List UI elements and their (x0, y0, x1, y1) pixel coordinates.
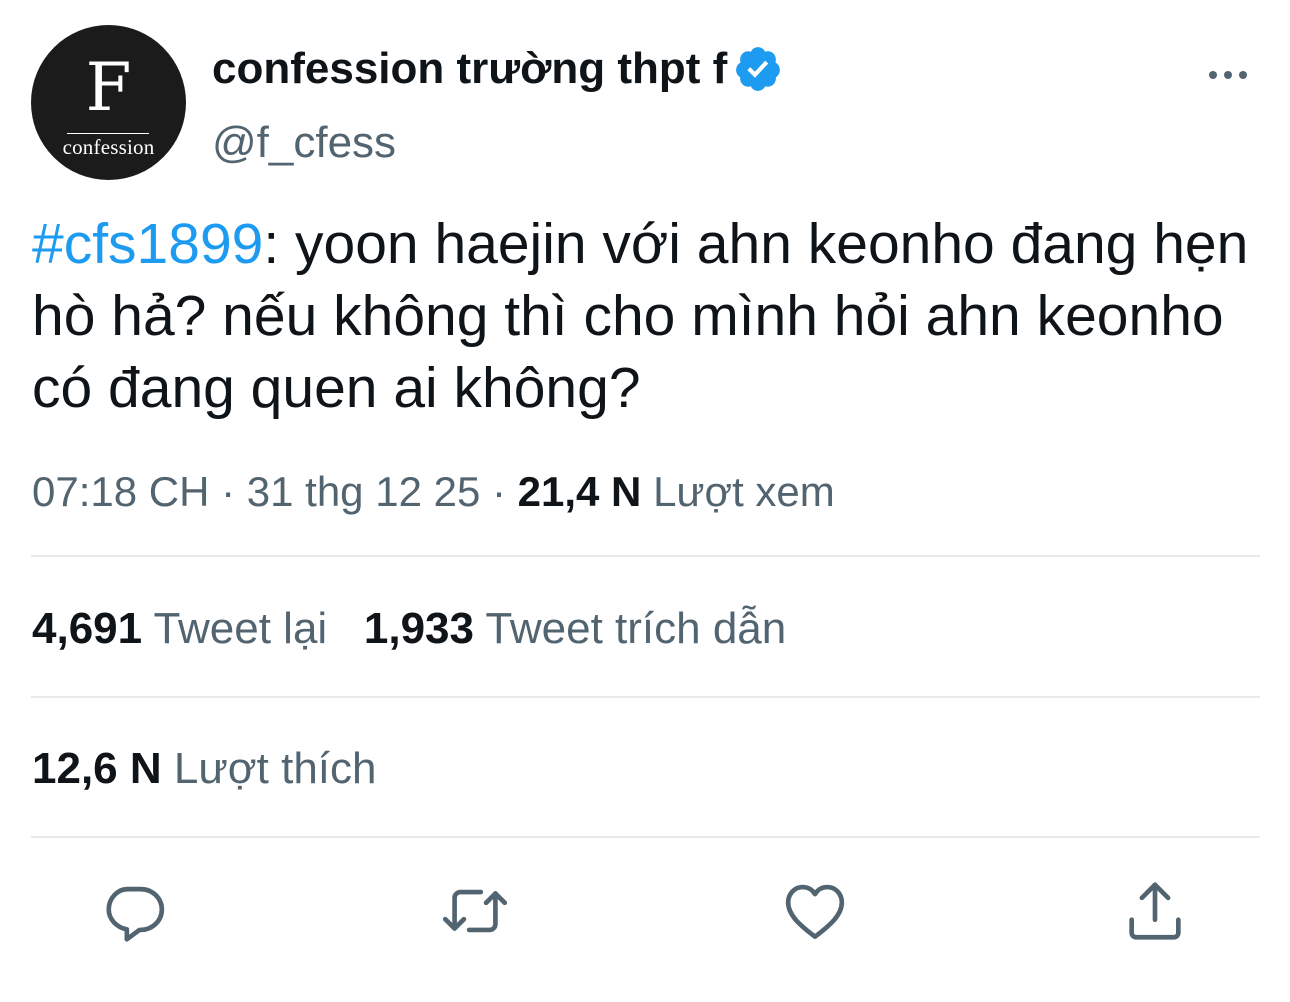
retweet-button[interactable] (440, 876, 510, 946)
retweet-icon (442, 889, 508, 933)
like-button[interactable] (780, 876, 850, 946)
reply-button[interactable] (100, 876, 170, 946)
tweet-text: #cfs1899: yoon haejin với ahn keonho đan… (32, 208, 1272, 424)
engagement-stats: 4,691 Tweet lại 1,933 Tweet trích dẫn (32, 604, 786, 654)
handle[interactable]: @f_cfess (212, 118, 396, 168)
name-row: confession trường thpt f (212, 44, 783, 94)
quotes-label: Tweet trích dẫn (485, 604, 787, 653)
tweet-meta: 07:18 CH · 31 thg 12 25 · 21,4 N Lượt xe… (32, 468, 835, 516)
avatar[interactable]: F confession (31, 25, 186, 180)
heart-icon (785, 884, 845, 939)
tweet-date[interactable]: 31 thg 12 25 (247, 468, 481, 515)
views-label: Lượt xem (653, 468, 835, 515)
quotes-count: 1,933 (363, 604, 474, 653)
meta-separator: · (209, 468, 247, 515)
quotes-stat[interactable]: 1,933 Tweet trích dẫn (364, 604, 786, 653)
avatar-rule (67, 133, 149, 134)
hashtag-link[interactable]: #cfs1899 (32, 212, 263, 276)
retweets-stat[interactable]: 4,691 Tweet lại (32, 604, 327, 653)
tweet-time[interactable]: 07:18 CH (32, 468, 209, 515)
views-count: 21,4 N (517, 468, 642, 515)
avatar-word: confession (62, 135, 155, 159)
retweets-label: Tweet lại (153, 604, 328, 653)
meta-separator: · (480, 468, 518, 515)
display-name[interactable]: confession trường thpt f (212, 44, 727, 94)
divider (31, 696, 1260, 698)
divider (31, 836, 1260, 838)
more-icon[interactable] (1200, 55, 1256, 95)
retweets-count: 4,691 (32, 604, 143, 653)
likes-stat[interactable]: 12,6 N Lượt thích (32, 744, 377, 794)
share-icon (1129, 882, 1181, 940)
tweet-detail: F confession confession trường thpt f @f… (0, 0, 1290, 1002)
avatar-letter: F (85, 49, 132, 126)
verified-badge-icon (733, 44, 783, 94)
reply-icon (106, 886, 165, 942)
likes-label: Lượt thích (173, 744, 377, 793)
likes-count: 12,6 N (32, 744, 162, 793)
share-button[interactable] (1120, 876, 1190, 946)
divider (31, 555, 1260, 557)
